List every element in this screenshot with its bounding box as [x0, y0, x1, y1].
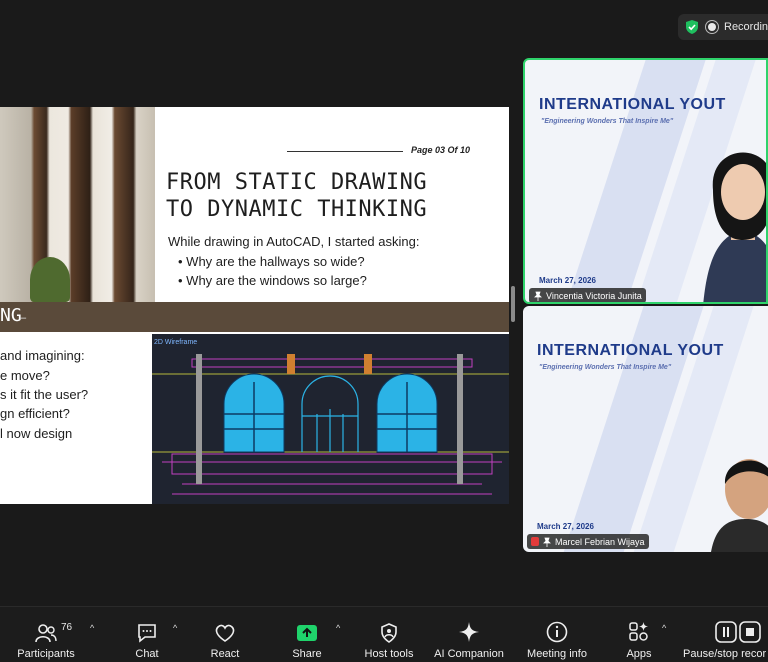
recording-indicator[interactable]: Recording — [678, 14, 768, 40]
banner-tagline: "Engineering Wonders That Inspire Me" — [541, 118, 674, 125]
page-number: Page 03 Of 10 — [411, 145, 471, 155]
participants-button[interactable]: Participants — [14, 607, 78, 662]
shared-screen: Page 03 Of 10 FROM STATIC DRAWING TO DYN… — [0, 107, 509, 504]
band-text: NG — [0, 305, 22, 326]
slide-intro: While drawing in AutoCAD, I started aski… — [168, 234, 420, 249]
participant-video — [703, 152, 766, 302]
chat-caret-icon[interactable]: ^ — [173, 623, 177, 633]
banner-title: INTERNATIONAL YOUT — [539, 96, 726, 113]
building-photo — [0, 107, 155, 302]
participant-name-tag: Vincentia Victoria Junita — [529, 288, 646, 302]
question-line: and imagining: — [0, 348, 85, 363]
band-dash: – — [20, 312, 27, 324]
participant-name: Marcel Febrian Wijaya — [555, 536, 645, 547]
react-label: React — [210, 648, 240, 660]
split-scrollbar[interactable] — [511, 286, 515, 322]
bullet-list: Why are the hallways so wide? Why are th… — [178, 254, 367, 292]
participants-icon — [35, 624, 57, 643]
pause-stop-label: Pause/stop recor — [683, 648, 767, 660]
chat-icon — [138, 624, 156, 643]
shield-check-icon — [686, 20, 698, 34]
host-tools-button[interactable]: Host tools — [359, 607, 419, 662]
pause-stop-icon — [715, 621, 761, 643]
pin-icon — [534, 291, 542, 301]
banner-date: March 27, 2026 — [537, 522, 594, 531]
list-item: Why are the windows so large? — [178, 273, 367, 292]
question-line: gn efficient? — [0, 406, 70, 421]
banner-tagline: "Engineering Wonders That Inspire Me" — [539, 364, 672, 371]
sparkle-icon — [459, 622, 479, 642]
slide-title-line: TO DYNAMIC THINKING — [166, 197, 428, 222]
info-icon — [546, 621, 568, 643]
ai-companion-button[interactable]: AI Companion — [430, 607, 508, 662]
ai-companion-label: AI Companion — [434, 648, 504, 660]
slide-title-line: FROM STATIC DRAWING — [166, 170, 428, 195]
host-shield-icon — [381, 623, 397, 643]
chat-label: Chat — [135, 648, 159, 660]
share-caret-icon[interactable]: ^ — [336, 623, 340, 633]
apps-caret-icon[interactable]: ^ — [662, 623, 666, 633]
react-button[interactable]: React — [205, 607, 245, 662]
share-button[interactable]: Share — [287, 607, 327, 662]
muted-mic-icon — [531, 537, 539, 546]
chat-button[interactable]: Chat — [127, 607, 167, 662]
section-band: NG – — [0, 302, 509, 332]
video-tile[interactable]: INTERNATIONAL YOUT "Engineering Wonders … — [523, 306, 768, 552]
participant-video — [711, 459, 768, 552]
banner-date: March 27, 2026 — [539, 276, 596, 285]
share-screen-icon — [297, 625, 317, 641]
participant-name-tag: Marcel Febrian Wijaya — [527, 534, 649, 549]
apps-button[interactable]: Apps — [620, 607, 658, 662]
list-item: Why are the hallways so wide? — [178, 254, 367, 273]
banner-title: INTERNATIONAL YOUT — [537, 342, 724, 359]
heart-icon — [215, 624, 235, 642]
question-line: e move? — [0, 368, 50, 383]
question-line: l now design — [0, 426, 73, 441]
record-dot-icon — [708, 23, 716, 31]
meeting-info-button[interactable]: Meeting info — [521, 607, 593, 662]
cad-wireframe — [152, 354, 509, 495]
meeting-toolbar: Participants 76 ^ Chat ^ React Share ^ H… — [0, 606, 768, 662]
apps-icon — [629, 622, 648, 641]
participants-caret-icon[interactable]: ^ — [90, 623, 94, 633]
pause-stop-recording-button[interactable]: Pause/stop recor — [683, 607, 768, 662]
cad-drawing: 2D Wireframe — [152, 334, 509, 504]
cad-view-label: 2D Wireframe — [154, 339, 198, 346]
question-line: s it fit the user? — [0, 387, 89, 402]
recording-label: Recording — [724, 21, 768, 33]
questions-box: and imagining: e move? s it fit the user… — [0, 334, 151, 504]
host-tools-label: Host tools — [364, 648, 414, 660]
slide-title: FROM STATIC DRAWING TO DYNAMIC THINKING — [166, 169, 427, 223]
participants-label: Participants — [17, 648, 75, 660]
video-tile[interactable]: INTERNATIONAL YOUT "Engineering Wonders … — [523, 58, 768, 304]
apps-label: Apps — [626, 648, 652, 660]
pin-icon — [543, 537, 551, 547]
participants-count: 76 — [61, 622, 73, 633]
divider — [287, 151, 403, 152]
participant-name: Vincentia Victoria Junita — [546, 290, 642, 301]
share-label: Share — [292, 648, 322, 660]
meeting-info-label: Meeting info — [527, 648, 587, 660]
